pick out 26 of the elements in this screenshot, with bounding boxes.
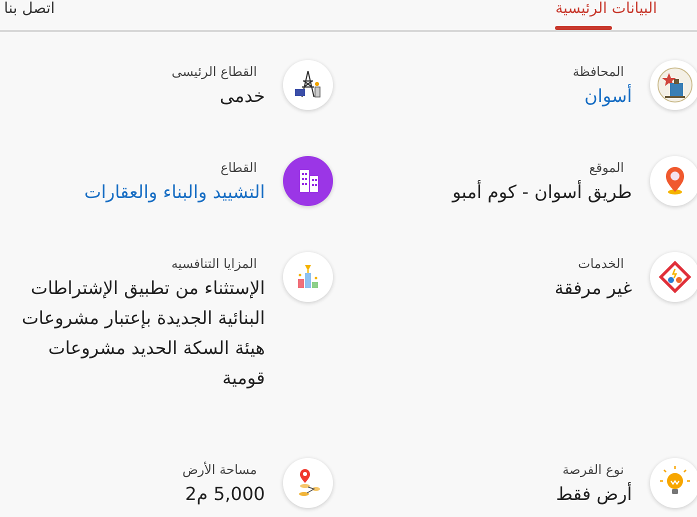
location-pin-icon — [650, 156, 697, 206]
field-label: مساحة الأرض — [182, 462, 257, 480]
field-value: غير مرفقة — [554, 277, 632, 301]
podium-icon — [283, 252, 333, 302]
power-tower-icon — [283, 60, 333, 110]
field-label: نوع الفرصة — [562, 462, 624, 480]
emblem-icon — [650, 60, 697, 110]
field-value: خدمى — [220, 85, 265, 109]
field-value: 5,000 م2 — [185, 483, 265, 507]
route-icon — [283, 458, 333, 508]
hazard-sign-icon — [650, 252, 697, 302]
field-label: المحافظة — [572, 64, 624, 82]
field-label: المزايا التنافسيه — [171, 256, 257, 274]
building-icon — [283, 156, 333, 206]
field-value: أرض فقط — [556, 481, 632, 507]
field-label: الخدمات — [578, 256, 624, 274]
lightbulb-icon — [650, 458, 697, 508]
tab[interactable]: البيانات الرئيسية — [555, 0, 697, 30]
field-value[interactable]: التشييد والبناء والعقارات — [84, 178, 265, 208]
field-label: القطاع — [220, 160, 257, 178]
field-value[interactable]: أسوان — [584, 82, 632, 112]
field-label: الموقع — [589, 160, 624, 178]
field-label: القطاع الرئيسى — [172, 64, 257, 82]
field-value: الإستثناء من تطبيق الإشتراطات البنائية الجديدة بإعتبار مشروعات هيئة السكة الحديد مشروعات قومية — [20, 277, 265, 391]
field-value: طريق أسوان - كوم أمبو — [452, 179, 632, 205]
tab[interactable]: اتصل بنا — [0, 0, 73, 30]
